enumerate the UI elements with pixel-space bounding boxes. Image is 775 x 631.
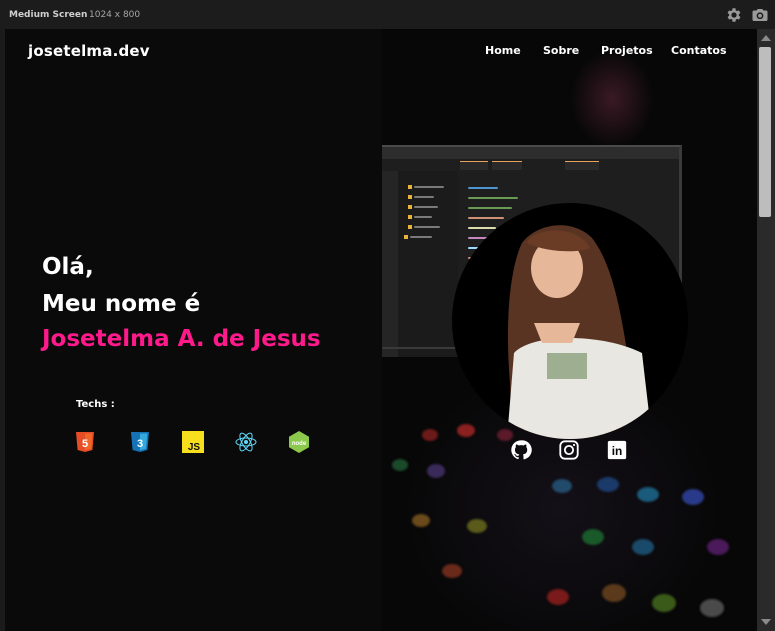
- editor-explorer: [398, 171, 458, 357]
- react-icon: [235, 432, 257, 452]
- svg-text:5: 5: [82, 438, 88, 450]
- svg-text:in: in: [612, 444, 623, 458]
- linkedin-icon[interactable]: in: [606, 439, 628, 461]
- screen-dimensions: 1024 x 800: [89, 10, 141, 20]
- gear-icon[interactable]: [725, 6, 743, 24]
- greeting: Olá,: [42, 254, 94, 280]
- techs-label: Techs :: [76, 399, 115, 410]
- camera-icon[interactable]: [751, 6, 769, 24]
- site-logo[interactable]: josetelma.dev: [28, 42, 150, 60]
- editor-tab: [492, 161, 522, 170]
- scrollbar-thumb[interactable]: [759, 47, 771, 217]
- scroll-down-icon[interactable]: [761, 619, 771, 625]
- nav-contatos[interactable]: Contatos: [671, 44, 727, 57]
- screen-size-label: Medium Screen: [9, 10, 88, 20]
- intro-text: Meu nome é: [42, 291, 201, 317]
- javascript-icon: JS: [182, 431, 204, 453]
- nav-projetos[interactable]: Projetos: [601, 44, 653, 57]
- html5-icon: 5: [76, 432, 94, 452]
- editor-titlebar: [382, 147, 679, 159]
- svg-text:node: node: [292, 441, 307, 447]
- editor-tab: [460, 161, 488, 170]
- editor-tab: [565, 161, 599, 170]
- avatar: [452, 203, 688, 439]
- full-name: Josetelma A. de Jesus: [42, 326, 321, 352]
- devtools-bar: Medium Screen 1024 x 800: [0, 0, 775, 29]
- scroll-up-icon[interactable]: [761, 35, 771, 41]
- instagram-icon[interactable]: [558, 439, 580, 461]
- nodejs-icon: node: [289, 431, 309, 453]
- github-icon[interactable]: [510, 439, 532, 461]
- page-viewport: josetelma.dev Home Sobre Projetos Contat…: [5, 29, 757, 631]
- nav-sobre[interactable]: Sobre: [543, 44, 579, 57]
- vertical-scrollbar[interactable]: [757, 29, 775, 631]
- svg-text:3: 3: [137, 438, 143, 450]
- nav-home[interactable]: Home: [485, 44, 521, 57]
- css3-icon: 3: [131, 432, 149, 452]
- editor-activity-bar: [382, 171, 398, 357]
- svg-text:JS: JS: [188, 442, 201, 453]
